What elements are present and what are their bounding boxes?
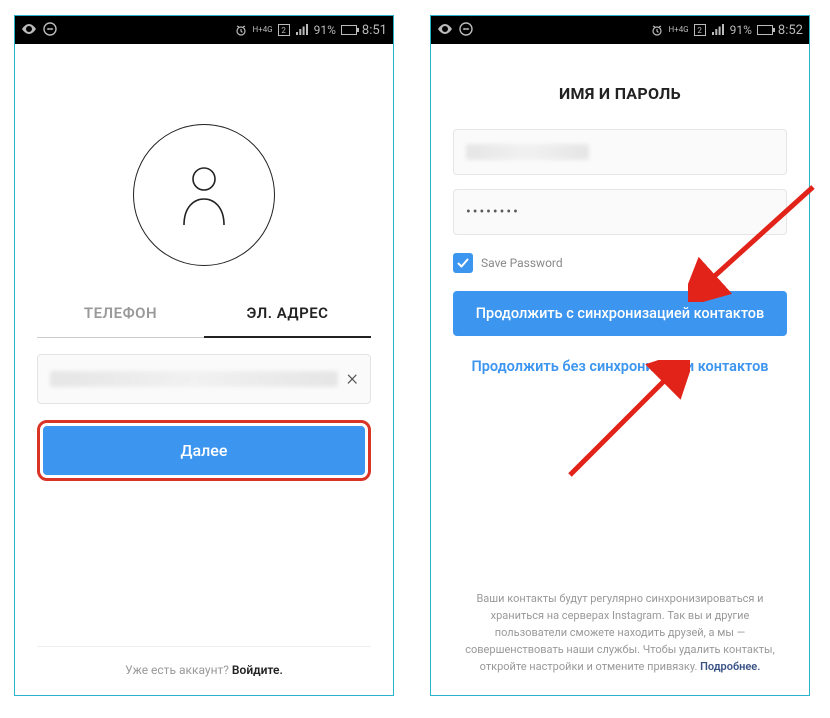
tab-phone[interactable]: ТЕЛЕФОН — [37, 304, 204, 338]
status-bar: H+ 4G 2 91% 8:51 — [15, 16, 393, 44]
sim-icon: 2 — [694, 24, 706, 36]
learn-more-link[interactable]: Подробнее. — [700, 660, 760, 673]
person-icon — [176, 163, 232, 227]
battery-percentage: 91% — [730, 23, 752, 37]
clock-time: 8:52 — [778, 23, 803, 38]
avatar-placeholder[interactable] — [133, 124, 275, 266]
save-password-label: Save Password — [481, 256, 563, 270]
login-link[interactable]: Войдите. — [232, 663, 283, 677]
network-sublabel: 4G — [263, 26, 273, 34]
eye-icon — [21, 23, 37, 37]
battery-percentage: 91% — [314, 23, 336, 37]
auth-tabs: ТЕЛЕФОН ЭЛ. АДРЕС — [37, 304, 371, 338]
name-field[interactable] — [453, 129, 787, 175]
network-label: H+ — [252, 26, 262, 34]
alarm-icon — [235, 24, 247, 36]
eye-icon — [437, 23, 453, 37]
phone-screen-left: H+ 4G 2 91% 8:51 ТЕЛЕФОН ЭЛ — [14, 15, 394, 696]
highlight-annotation: Далее — [37, 420, 371, 481]
battery-icon — [341, 25, 357, 35]
page-title: ИМЯ И ПАРОЛЬ — [453, 84, 787, 103]
teamviewer-icon — [459, 22, 473, 39]
name-value-redacted — [466, 144, 589, 160]
tab-email[interactable]: ЭЛ. АДРЕС — [204, 304, 371, 338]
sim-icon: 2 — [278, 24, 290, 36]
network-type-icon: H+ 4G — [252, 26, 272, 34]
continue-sync-button[interactable]: Продолжить с синхронизацией контактов — [453, 291, 787, 336]
phone-screen-right: H+ 4G 2 91% 8:52 ИМЯ И ПАРОЛЬ •••••••• — [430, 15, 810, 696]
email-value-redacted — [50, 371, 338, 387]
status-bar: H+ 4G 2 91% 8:52 — [431, 16, 809, 44]
sim-label: 2 — [697, 26, 702, 35]
clock-time: 8:51 — [362, 23, 387, 38]
alarm-icon — [651, 24, 663, 36]
continue-no-sync-link[interactable]: Продолжить без синхронизации контактов — [453, 358, 787, 375]
check-icon — [456, 256, 470, 270]
clear-input-icon[interactable]: × — [338, 368, 358, 390]
password-field[interactable]: •••••••• — [453, 189, 787, 235]
signal-icon — [295, 24, 309, 36]
save-password-checkbox[interactable] — [453, 253, 473, 273]
sim-label: 2 — [281, 26, 286, 35]
teamviewer-icon — [43, 22, 57, 39]
network-sublabel: 4G — [679, 26, 689, 34]
network-type-icon: H+ 4G — [668, 26, 688, 34]
email-field[interactable]: × — [37, 354, 371, 404]
signal-icon — [711, 24, 725, 36]
contacts-disclaimer: Ваши контакты будут регулярно синхронизи… — [453, 590, 787, 695]
footer-text: Уже есть аккаунт? — [125, 663, 232, 677]
password-value-masked: •••••••• — [466, 204, 520, 220]
login-footer: Уже есть аккаунт? Войдите. — [37, 646, 371, 695]
next-button[interactable]: Далее — [43, 426, 365, 475]
battery-icon — [757, 25, 773, 35]
network-label: H+ — [668, 26, 678, 34]
